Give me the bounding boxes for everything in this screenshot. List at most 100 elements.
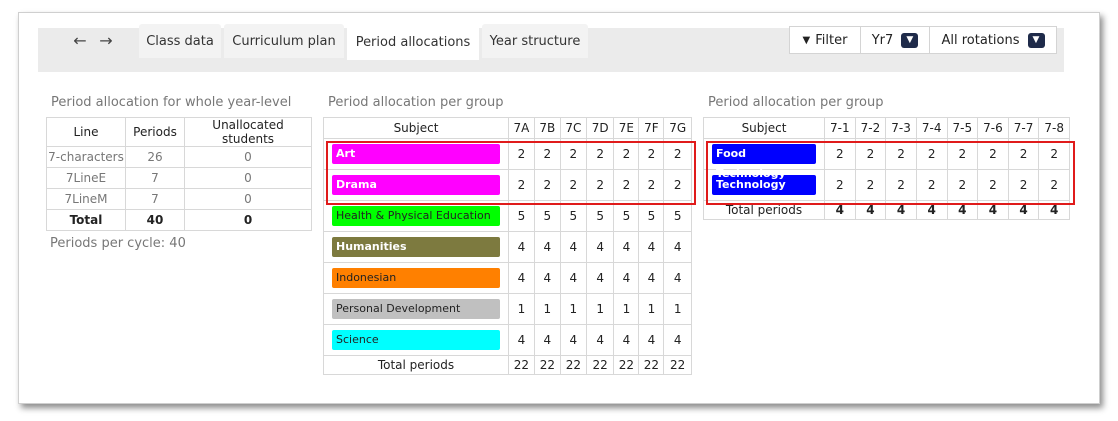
total-cell: 22 xyxy=(508,355,535,375)
year-level-table: Line Periods Unallocated students 7-char… xyxy=(46,117,312,231)
subject-cell: Personal Development xyxy=(323,293,509,325)
period-cell[interactable]: 4 xyxy=(638,324,665,356)
period-cell[interactable]: 1 xyxy=(508,293,535,325)
filter-icon: ▼ xyxy=(802,34,811,46)
total-cell: 22 xyxy=(559,355,587,375)
period-cell[interactable]: 5 xyxy=(585,200,615,232)
col-header-periods: Periods xyxy=(125,117,185,147)
period-cell[interactable]: 4 xyxy=(559,262,587,294)
table-row: 7LineM 7 0 xyxy=(46,188,312,210)
period-cell[interactable]: 5 xyxy=(559,200,587,232)
chevron-down-icon: ▼ xyxy=(901,32,919,48)
period-cell[interactable]: 1 xyxy=(585,293,615,325)
line-cell: 7LineE xyxy=(46,167,126,189)
col-header-group: 7-7 xyxy=(1007,117,1040,139)
total-periods: 40 xyxy=(125,209,185,231)
period-cell[interactable]: 4 xyxy=(585,324,615,356)
tab-curriculum-plan[interactable]: Curriculum plan xyxy=(224,24,344,58)
col-header-group: 7F xyxy=(638,117,665,139)
col-header-group: 7B xyxy=(533,117,561,139)
period-cell[interactable]: 4 xyxy=(663,231,692,263)
period-cell[interactable]: 1 xyxy=(613,293,640,325)
period-cell[interactable]: 4 xyxy=(508,262,535,294)
total-unallocated: 0 xyxy=(184,209,312,231)
tab-year-structure[interactable]: Year structure xyxy=(482,24,588,58)
col-header-group: 7C xyxy=(559,117,587,139)
period-cell[interactable]: 5 xyxy=(663,200,692,232)
col-header-subject: Subject xyxy=(703,117,825,139)
total-periods-label: Total periods xyxy=(323,355,509,375)
period-cell[interactable]: 4 xyxy=(613,262,640,294)
period-cell[interactable]: 1 xyxy=(638,293,665,325)
total-row: Total 40 0 xyxy=(46,209,312,231)
unallocated-cell: 0 xyxy=(184,188,312,210)
subject-chip[interactable]: Health & Physical Education xyxy=(332,206,500,226)
period-cell[interactable]: 4 xyxy=(613,231,640,263)
col-header-group: 7-1 xyxy=(824,117,856,139)
periods-cell: 7 xyxy=(125,167,185,189)
period-cell[interactable]: 4 xyxy=(533,324,561,356)
period-cell[interactable]: 1 xyxy=(559,293,587,325)
tab-period-allocations[interactable]: Period allocations xyxy=(347,24,479,60)
rotation-select[interactable]: All rotations ▼ xyxy=(929,26,1057,54)
period-cell[interactable]: 1 xyxy=(533,293,561,325)
periods-cell: 7 xyxy=(125,188,185,210)
subject-chip[interactable]: Humanities xyxy=(332,237,500,257)
subject-row: Health & Physical Education 5 5 5 5 5 5 5 xyxy=(323,200,692,232)
col-header-group: 7-4 xyxy=(915,117,948,139)
line-cell: 7-characters xyxy=(46,146,126,168)
unallocated-cell: 0 xyxy=(184,167,312,189)
periods-per-cycle-value: 40 xyxy=(169,236,186,251)
total-cell: 22 xyxy=(663,355,692,375)
total-cell: 22 xyxy=(585,355,615,375)
col-header-group: 7-5 xyxy=(946,117,979,139)
col-header-line: Line xyxy=(46,117,126,147)
year-select-value: Yr7 xyxy=(871,32,894,48)
subject-chip[interactable]: Personal Development xyxy=(332,299,500,319)
forward-button[interactable]: → xyxy=(96,31,116,51)
col-header-group: 7D xyxy=(585,117,615,139)
period-cell[interactable]: 5 xyxy=(613,200,640,232)
period-cell[interactable]: 4 xyxy=(533,262,561,294)
filter-button[interactable]: ▼ Filter xyxy=(789,26,861,54)
col-header-group: 7G xyxy=(663,117,692,139)
arrow-left-icon: ← xyxy=(73,31,87,50)
period-cell[interactable]: 4 xyxy=(508,324,535,356)
period-cell[interactable]: 4 xyxy=(663,262,692,294)
period-cell[interactable]: 4 xyxy=(663,324,692,356)
col-header-group: 7-8 xyxy=(1038,117,1070,139)
subject-cell: Science xyxy=(323,324,509,356)
rotation-select-value: All rotations xyxy=(941,32,1020,48)
period-cell[interactable]: 5 xyxy=(638,200,665,232)
period-cell[interactable]: 1 xyxy=(663,293,692,325)
subject-chip[interactable]: Indonesian xyxy=(332,268,500,288)
periods-cell: 26 xyxy=(125,146,185,168)
unallocated-cell: 0 xyxy=(184,146,312,168)
total-cell: 22 xyxy=(638,355,665,375)
period-cell[interactable]: 4 xyxy=(508,231,535,263)
col-header-group: 7E xyxy=(613,117,640,139)
year-select[interactable]: Yr7 ▼ xyxy=(860,26,930,54)
tab-class-data[interactable]: Class data xyxy=(139,24,221,58)
period-cell[interactable]: 4 xyxy=(638,262,665,294)
chevron-down-icon: ▼ xyxy=(1027,32,1045,48)
period-cell[interactable]: 4 xyxy=(559,324,587,356)
subject-row: Personal Development 1 1 1 1 1 1 1 xyxy=(323,293,692,325)
period-cell[interactable]: 4 xyxy=(559,231,587,263)
period-cell[interactable]: 4 xyxy=(585,262,615,294)
subject-chip[interactable]: Science xyxy=(332,330,500,350)
table-row: 7-characters 26 0 xyxy=(46,146,312,168)
subject-cell: Health & Physical Education xyxy=(323,200,509,232)
highlight-box xyxy=(706,141,1075,205)
col-header-subject: Subject xyxy=(323,117,509,139)
highlight-box xyxy=(326,141,696,205)
back-button[interactable]: ← xyxy=(70,31,90,51)
period-cell[interactable]: 5 xyxy=(533,200,561,232)
period-cell[interactable]: 4 xyxy=(613,324,640,356)
period-cell[interactable]: 5 xyxy=(508,200,535,232)
col-header-unallocated: Unallocated students xyxy=(184,117,312,147)
period-cell[interactable]: 4 xyxy=(585,231,615,263)
period-cell[interactable]: 4 xyxy=(533,231,561,263)
period-cell[interactable]: 4 xyxy=(638,231,665,263)
periods-per-cycle-label: Periods per cycle: xyxy=(50,236,166,251)
